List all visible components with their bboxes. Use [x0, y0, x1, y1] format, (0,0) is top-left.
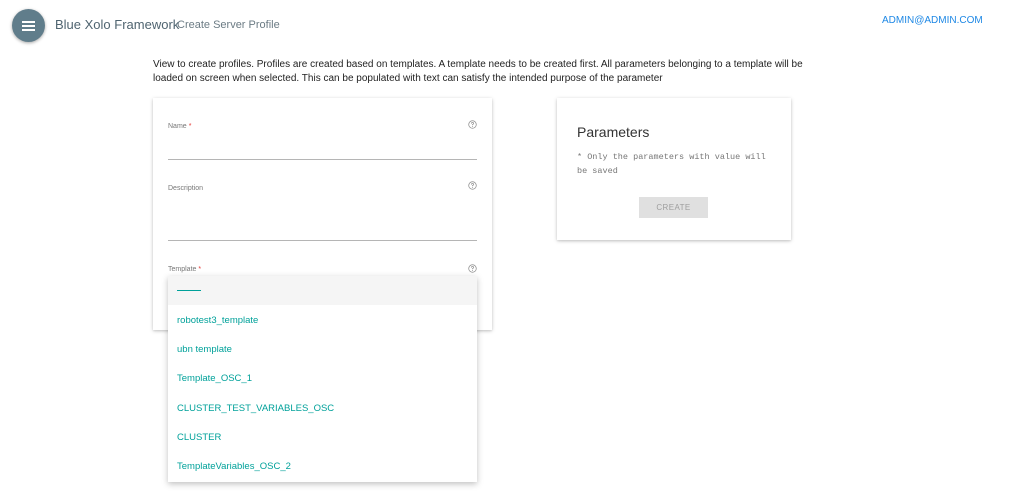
template-dropdown: robotest3_template ubn template Template… [168, 276, 477, 482]
template-option-empty[interactable] [168, 276, 477, 305]
menu-button[interactable] [12, 9, 45, 42]
help-icon[interactable] [468, 181, 477, 190]
template-label: Template * [168, 266, 201, 273]
intro-text: View to create profiles. Profiles are cr… [153, 59, 803, 84]
template-option[interactable]: ubn template [168, 335, 477, 364]
description-label: Description [168, 185, 204, 192]
template-label-text: Template [168, 266, 197, 273]
description-input[interactable] [168, 220, 476, 238]
template-option[interactable]: Template_OSC_1 [168, 364, 477, 393]
description-underline [168, 240, 477, 241]
empty-option-dash [177, 290, 201, 291]
menu-icon [22, 20, 35, 31]
required-marker: * [198, 266, 202, 273]
required-marker: * [188, 123, 192, 130]
help-icon[interactable] [468, 120, 477, 129]
name-input[interactable] [168, 140, 476, 158]
app-title: Blue Xolo Framework [55, 17, 180, 32]
template-option[interactable]: CLUSTER [168, 423, 477, 452]
template-option[interactable]: CLUSTER_TEST_VARIABLES_OSC [168, 394, 477, 423]
page-subtitle: Create Server Profile [177, 19, 280, 31]
create-button[interactable]: CREATE [639, 197, 708, 218]
name-label: Name * [168, 123, 191, 130]
name-label-text: Name [168, 123, 187, 130]
template-option[interactable]: TemplateVariables_OSC_2 [168, 452, 477, 481]
template-option[interactable]: robotest3_template [168, 306, 477, 335]
user-email-link[interactable]: ADMIN@ADMIN.COM [882, 15, 983, 26]
parameters-note: * Only the parameters with value will be… [577, 152, 766, 176]
parameters-title: Parameters [577, 124, 650, 140]
help-icon[interactable] [468, 264, 477, 273]
name-underline [168, 159, 477, 160]
